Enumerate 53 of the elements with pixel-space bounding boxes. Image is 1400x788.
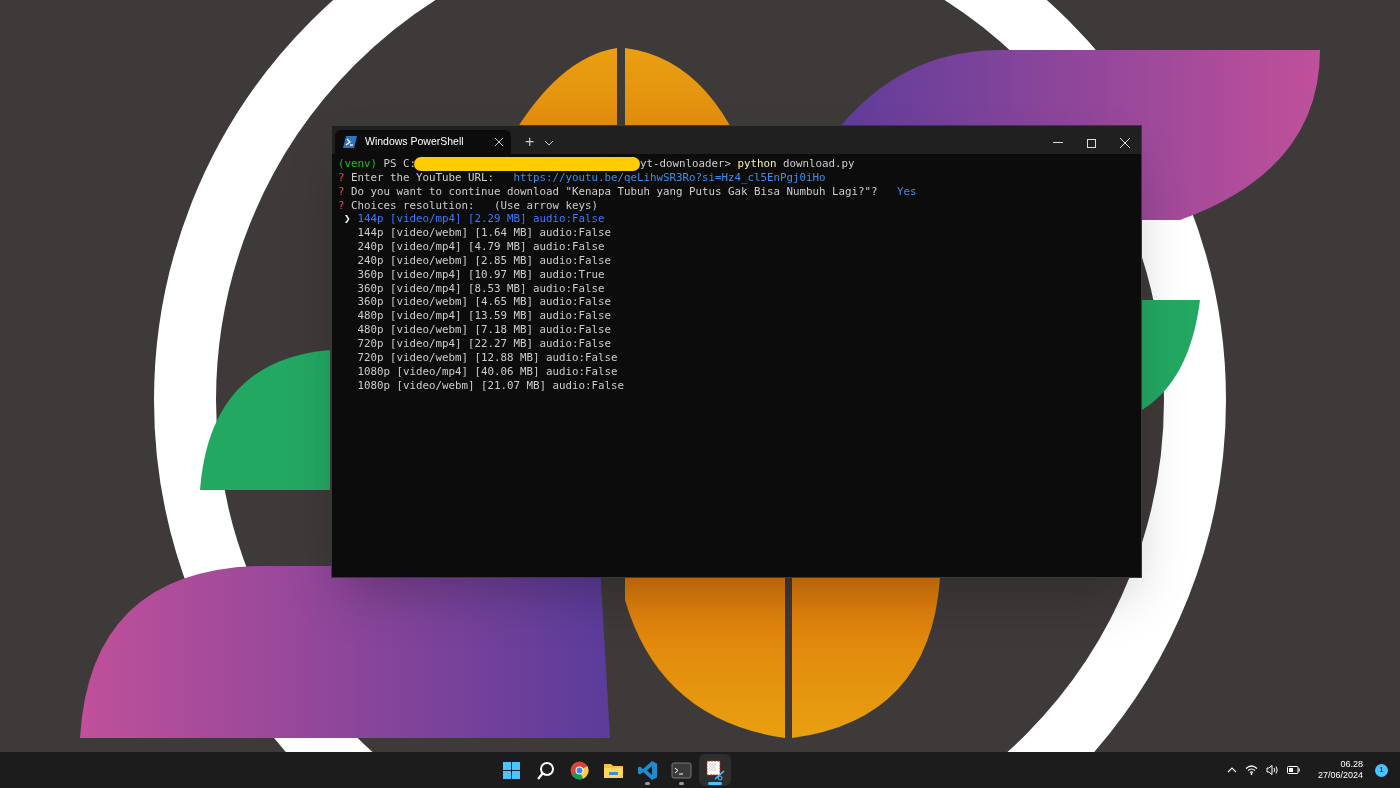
resolution-option[interactable]: 720p [video/mp4] [22.27 MB] audio:False	[357, 336, 611, 351]
clock-time[interactable]: 06.28	[1340, 759, 1363, 770]
resolution-option[interactable]: 720p [video/webm] [12.88 MB] audio:False	[357, 350, 618, 365]
taskbar-button[interactable]	[699, 754, 732, 786]
terminal-icon	[671, 759, 692, 781]
wifi-icon[interactable]	[1244, 765, 1258, 775]
running-indicator	[679, 782, 684, 785]
pointer-icon: ❯	[338, 212, 358, 227]
venv-label: (venv)	[338, 157, 377, 171]
search-icon	[535, 759, 556, 781]
prompt-text: PS C:	[383, 157, 417, 171]
answer-text: Yes	[897, 184, 917, 199]
answer-text: https://youtu.be/qeLihwSR3Ro?si=Hz4_cl5EnPgj0iHo	[513, 170, 826, 185]
clock-date[interactable]: 27/06/2024	[1317, 770, 1363, 781]
chevron-up-icon[interactable]	[1226, 767, 1237, 773]
resolution-option[interactable]: 360p [video/mp4] [8.53 MB] audio:False	[357, 281, 605, 296]
question-mark: ?	[338, 184, 345, 199]
command-argument: download.py	[783, 157, 855, 171]
resolution-option[interactable]: 1080p [video/mp4] [40.06 MB] audio:False	[357, 364, 618, 379]
resolution-option[interactable]: 480p [video/mp4] [13.59 MB] audio:False	[357, 309, 611, 324]
running-indicator	[645, 782, 650, 785]
question-label: Do you want to continue download "Kenapa Tubuh yang Putus Gak Bisa Numbuh Lagi?"?	[351, 184, 878, 199]
prompt-path: yt-downloader>	[640, 157, 732, 171]
powershell-icon	[343, 136, 357, 148]
snipping-tool-icon	[705, 759, 726, 781]
resolution-option[interactable]: 144p [video/webm] [1.64 MB] audio:False	[357, 226, 611, 241]
resolution-option[interactable]: 144p [video/mp4] [2.29 MB] audio:False	[357, 212, 605, 227]
resolution-option[interactable]: 240p [video/mp4] [4.79 MB] audio:False	[357, 240, 605, 254]
battery-icon[interactable]	[1286, 766, 1300, 774]
running-indicator	[708, 782, 723, 785]
tab-title: Windows PowerShell	[365, 134, 465, 150]
question-mark: ?	[338, 170, 345, 185]
close-icon[interactable]	[1120, 138, 1130, 148]
resolution-option[interactable]: 1080p [video/webm] [21.07 MB] audio:False	[357, 378, 624, 393]
close-icon[interactable]	[495, 138, 503, 146]
question-mark: ?	[338, 198, 345, 213]
browser-icon	[569, 759, 590, 781]
resolution-option[interactable]: 360p [video/webm] [4.65 MB] audio:False	[357, 295, 611, 310]
question-label: Choices resolution:	[351, 198, 475, 213]
maximize-icon[interactable]	[1087, 139, 1096, 148]
command-name: python	[737, 157, 777, 171]
terminal-tab[interactable]: Windows PowerShell	[335, 130, 511, 154]
dropdown-icon[interactable]	[544, 140, 555, 146]
speaker-icon[interactable]	[1265, 765, 1279, 775]
resolution-option[interactable]: 360p [video/mp4] [10.97 MB] audio:True	[357, 267, 605, 282]
resolution-option[interactable]: 240p [video/webm] [2.85 MB] audio:False	[357, 253, 611, 268]
notification-badge[interactable]: 1	[1375, 763, 1388, 777]
hint-text: (Use arrow keys)	[494, 198, 599, 213]
new-tab-button[interactable]: +	[517, 130, 543, 154]
resolution-option[interactable]: 480p [video/webm] [7.18 MB] audio:False	[357, 323, 611, 337]
question-label: Enter the YouTube URL:	[351, 170, 495, 185]
code-editor-icon	[637, 759, 658, 781]
start-icon	[501, 759, 522, 781]
